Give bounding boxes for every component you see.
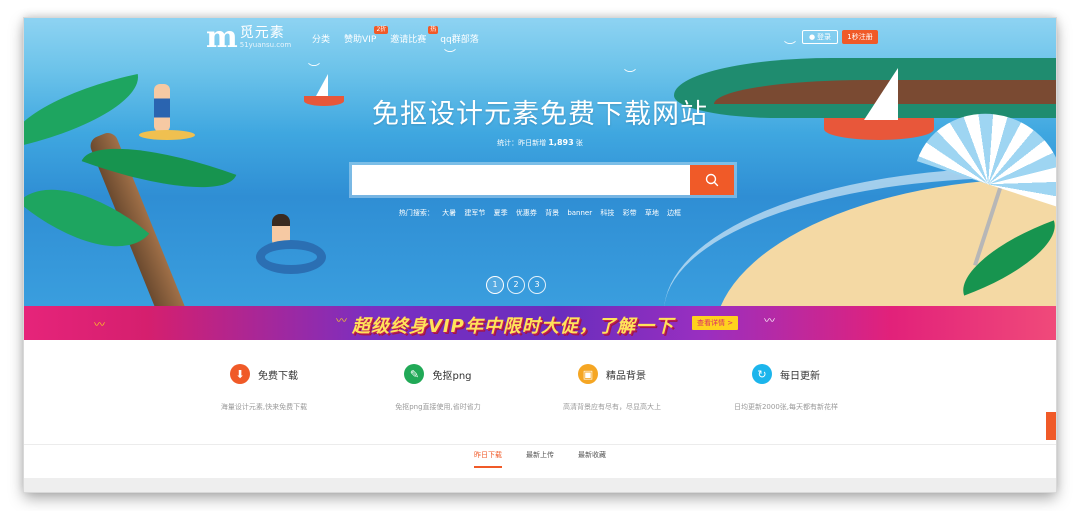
hero-title: 免抠设计元素免费下载网站	[372, 99, 708, 130]
hot-tag[interactable]: banner	[567, 209, 592, 217]
nav-badge: 热	[428, 26, 439, 34]
hot-tag[interactable]: 科技	[600, 209, 614, 217]
user-icon: ●	[808, 33, 816, 41]
feature-item: ▣ 精品背景 高清背景应有尽有，尽显高大上	[522, 364, 702, 412]
daily-stats: 统计：昨日新增 1,893 张	[497, 138, 583, 147]
content-tabs: 昨日下载 最新上传 最新收藏	[24, 450, 1056, 468]
search-button[interactable]	[690, 165, 734, 195]
login-button[interactable]: ● 登录	[802, 30, 838, 44]
download-icon: ⬇	[230, 364, 250, 384]
hot-tag[interactable]: 背景	[545, 209, 559, 217]
nav-links: 分类 赞助VIP 2折 邀请比赛 热 qq群部落	[312, 26, 479, 45]
nav-link-category[interactable]: 分类	[312, 32, 330, 45]
hot-tag[interactable]: 大暑	[442, 209, 456, 217]
refresh-icon: ↻	[752, 364, 772, 384]
swim-ring-illustration	[256, 240, 326, 274]
register-button[interactable]: 1秒注册	[842, 30, 878, 44]
feature-title: 免抠png	[432, 370, 472, 382]
hot-tag[interactable]: 建军节	[464, 209, 485, 217]
feature-desc: 日均更新2000张,每天都有新花样	[733, 403, 839, 411]
logo-domain: 51yuansu.com	[239, 41, 292, 49]
search-bar	[349, 162, 737, 198]
promo-details-button[interactable]: 查看详情 >	[692, 316, 739, 330]
seagull-icon: ︶	[308, 62, 321, 76]
carousel-indicators: 1 2 3	[486, 276, 546, 294]
top-nav: m 觅元素 51yuansu.com 分类 赞助VIP 2折 邀请比赛 热 qq…	[24, 18, 1056, 58]
carousel-dot[interactable]: 1	[486, 276, 504, 294]
feature-item: ✎ 免抠png 免抠png直接使用,省时省力	[348, 364, 528, 412]
search-input[interactable]	[352, 165, 690, 195]
wave-decoration: 〰	[336, 314, 347, 327]
content-area-top	[24, 478, 1056, 492]
daily-count: 1,893	[548, 138, 574, 147]
feature-desc: 高清背景应有尽有，尽显高大上	[563, 403, 661, 411]
nav-link-vip[interactable]: 赞助VIP 2折	[344, 26, 389, 45]
feature-item: ↻ 每日更新 日均更新2000张,每天都有新花样	[696, 364, 876, 412]
nav-badge: 2折	[374, 26, 389, 34]
wave-decoration: 〰	[94, 318, 105, 331]
feature-item: ⬇ 免费下载 海量设计元素,快来免费下载	[174, 364, 354, 412]
feature-desc: 海量设计元素,快来免费下载	[220, 403, 308, 411]
browser-page: ︶ ︶ ︶ ︶ m 觅元素 51yuansu.com 分类 赞助VIP 2折 邀…	[24, 18, 1056, 492]
side-float-tab[interactable]	[1046, 412, 1056, 440]
section-divider	[24, 444, 1056, 445]
hot-tag[interactable]: 彩带	[623, 209, 637, 217]
tab-yesterday-downloads[interactable]: 昨日下载	[474, 450, 502, 468]
logo-name: 觅元素	[239, 25, 285, 41]
tab-latest-uploads[interactable]: 最新上传	[526, 450, 554, 468]
site-logo[interactable]: m 觅元素 51yuansu.com	[206, 20, 292, 55]
hot-search-label: 热门搜索：	[398, 209, 434, 217]
nav-link-contest[interactable]: 邀请比赛 热	[390, 26, 439, 45]
feature-title: 免费下载	[258, 370, 298, 382]
hero-section: ︶ ︶ ︶ ︶ m 觅元素 51yuansu.com 分类 赞助VIP 2折 邀…	[24, 18, 1056, 306]
image-icon: ▣	[578, 364, 598, 384]
feature-desc: 免抠png直接使用,省时省力	[395, 403, 481, 411]
feature-title: 每日更新	[780, 370, 820, 382]
feature-title: 精品背景	[606, 370, 646, 382]
tab-latest-favorites[interactable]: 最新收藏	[578, 450, 606, 468]
carousel-dot[interactable]: 2	[507, 276, 525, 294]
wave-decoration: 〰	[764, 314, 775, 327]
hot-tag[interactable]: 草地	[645, 209, 659, 217]
feature-list: ⬇ 免费下载 海量设计元素,快来免费下载 ✎ 免抠png 免抠png直接使用,省…	[24, 340, 1056, 444]
hot-search-tags: 热门搜索： 大暑 建军节 夏季 优惠券 背景 banner 科技 彩带 草地 边…	[24, 208, 1056, 218]
hot-tag[interactable]: 优惠券	[516, 209, 537, 217]
vip-promo-banner[interactable]: 〰 〰 〰 超级终身VIP年中限时大促，了解一下 查看详情 >	[24, 306, 1056, 340]
leaf-icon: ✎	[404, 364, 425, 384]
logo-mark: m	[206, 20, 238, 55]
seagull-icon: ︶	[624, 68, 637, 82]
hot-tag[interactable]: 夏季	[494, 209, 508, 217]
hot-tag[interactable]: 边框	[667, 209, 681, 217]
nav-link-qq-group[interactable]: qq群部落	[440, 32, 478, 45]
search-icon	[705, 173, 719, 187]
carousel-dot[interactable]: 3	[528, 276, 546, 294]
promo-text: 超级终身VIP年中限时大促，了解一下	[352, 316, 674, 337]
